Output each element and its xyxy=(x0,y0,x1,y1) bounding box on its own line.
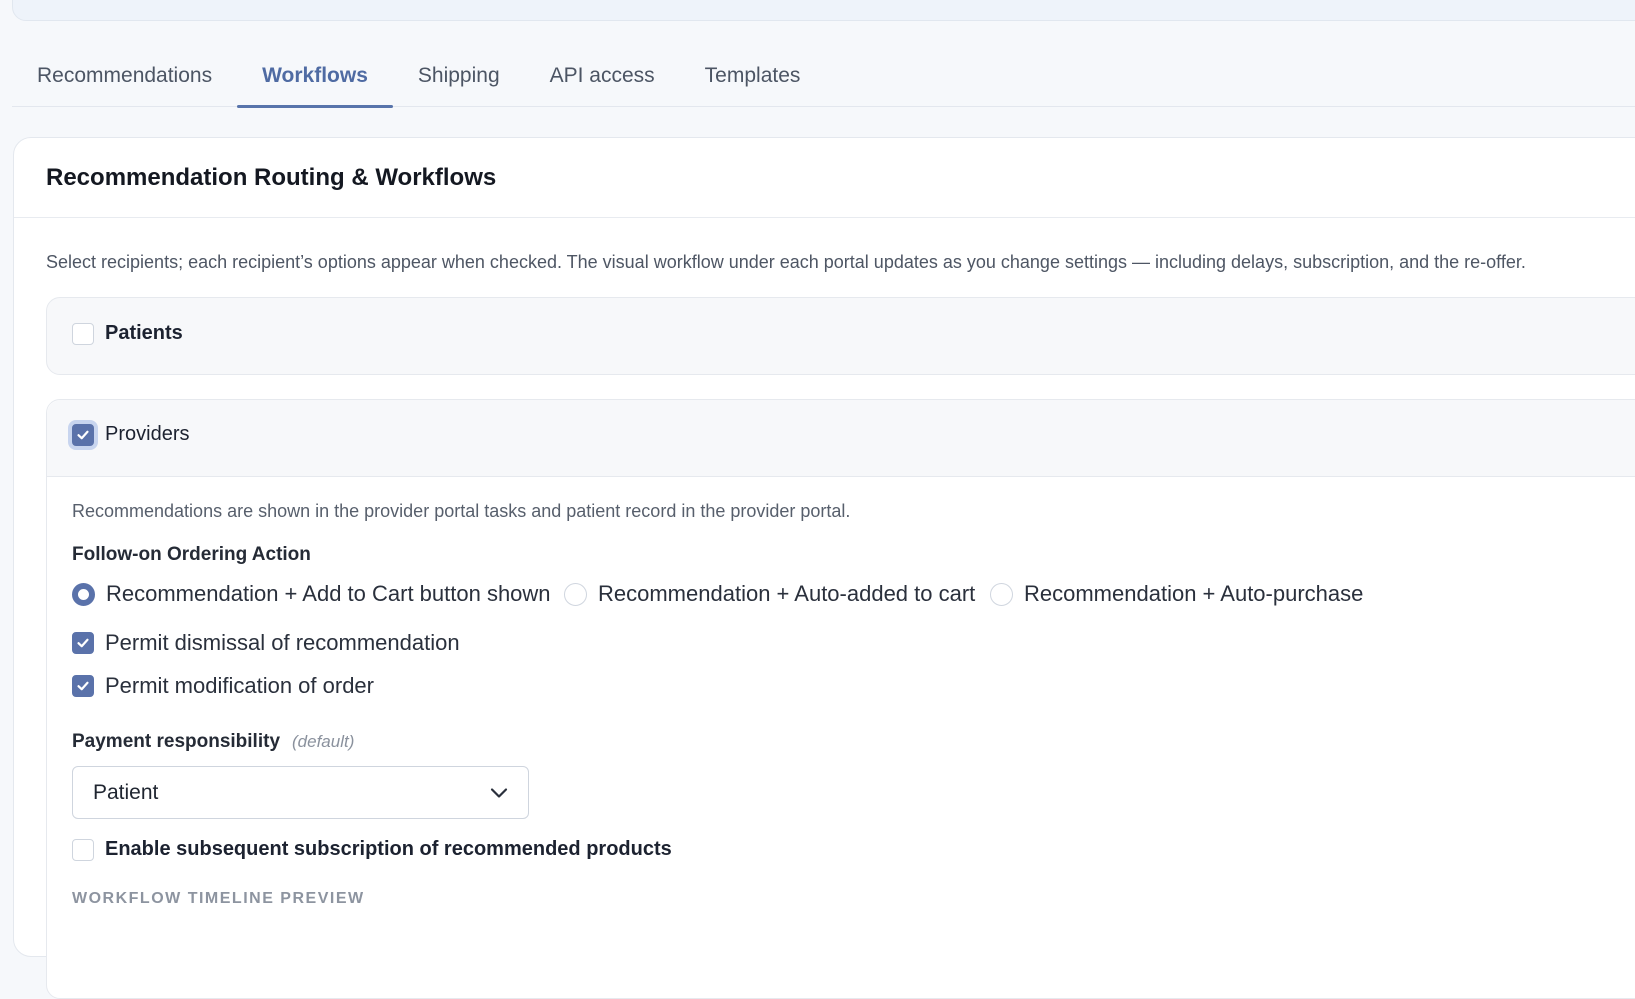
providers-panel: Providers Recommendations are shown in t… xyxy=(46,399,1635,999)
permit-modification-checkbox[interactable] xyxy=(72,675,94,697)
card-title: Recommendation Routing & Workflows xyxy=(46,164,497,191)
ordering-option-label: Recommendation + Add to Cart button show… xyxy=(106,581,551,606)
check-icon xyxy=(77,638,89,648)
payment-default-hint: (default) xyxy=(292,732,355,751)
payment-responsibility-select[interactable]: Patient xyxy=(72,766,529,819)
tab-recommendations[interactable]: Recommendations xyxy=(12,52,237,107)
ordering-action-heading: Follow-on Ordering Action xyxy=(72,544,311,565)
payment-responsibility-label: Payment responsibility xyxy=(72,731,281,752)
subscription-checkbox[interactable] xyxy=(72,838,94,861)
payment-selected-value: Patient xyxy=(93,780,159,804)
tab-api-access[interactable]: API access xyxy=(525,52,680,107)
ordering-option-auto-added[interactable]: Recommendation + Auto-added to cart xyxy=(564,581,975,607)
providers-note: Recommendations are shown in the provide… xyxy=(72,501,851,521)
radio-add-to-cart[interactable] xyxy=(72,582,95,606)
permit-dismissal-row[interactable]: Permit dismissal of recommendation xyxy=(72,630,460,656)
radio-auto-added[interactable] xyxy=(564,582,587,606)
providers-panel-header: Providers xyxy=(47,400,1635,477)
radio-auto-purchase[interactable] xyxy=(990,582,1013,606)
chevron-down-icon xyxy=(490,787,508,798)
patients-checkbox-row[interactable]: Patients xyxy=(72,322,183,345)
ordering-option-add-to-cart[interactable]: Recommendation + Add to Cart button show… xyxy=(72,581,551,607)
permit-modification-row[interactable]: Permit modification of order xyxy=(72,673,374,699)
check-icon xyxy=(77,681,89,691)
permit-dismissal-checkbox[interactable] xyxy=(72,632,94,654)
ordering-option-label: Recommendation + Auto-purchase xyxy=(1024,581,1364,606)
permit-dismissal-label: Permit dismissal of recommendation xyxy=(105,630,460,655)
tab-bar: Recommendations Workflows Shipping API a… xyxy=(12,52,1635,108)
workflow-timeline-heading: WORKFLOW TIMELINE PREVIEW xyxy=(72,890,365,907)
providers-checkbox-row[interactable]: Providers xyxy=(72,423,189,446)
patients-label: Patients xyxy=(105,322,183,344)
card-header: Recommendation Routing & Workflows xyxy=(14,138,1635,218)
ordering-option-label: Recommendation + Auto-added to cart xyxy=(598,581,976,606)
top-banner xyxy=(12,0,1635,21)
ordering-option-auto-purchase[interactable]: Recommendation + Auto-purchase xyxy=(990,581,1363,607)
providers-label: Providers xyxy=(105,423,190,445)
subscription-row[interactable]: Enable subsequent subscription of recomm… xyxy=(72,838,672,861)
tab-templates[interactable]: Templates xyxy=(680,52,826,107)
providers-checkbox[interactable] xyxy=(72,423,94,446)
check-icon xyxy=(77,430,89,439)
tab-workflows[interactable]: Workflows xyxy=(237,52,393,108)
patients-panel: Patients xyxy=(46,297,1635,375)
tab-shipping[interactable]: Shipping xyxy=(393,52,525,107)
permit-modification-label: Permit modification of order xyxy=(105,673,374,698)
card-description: Select recipients; each recipient’s opti… xyxy=(46,252,1526,272)
workflows-card: Recommendation Routing & Workflows Selec… xyxy=(13,137,1635,999)
payment-responsibility-heading: Payment responsibility (default) xyxy=(72,731,354,753)
patients-checkbox[interactable] xyxy=(72,322,94,345)
subscription-label: Enable subsequent subscription of recomm… xyxy=(105,838,672,860)
